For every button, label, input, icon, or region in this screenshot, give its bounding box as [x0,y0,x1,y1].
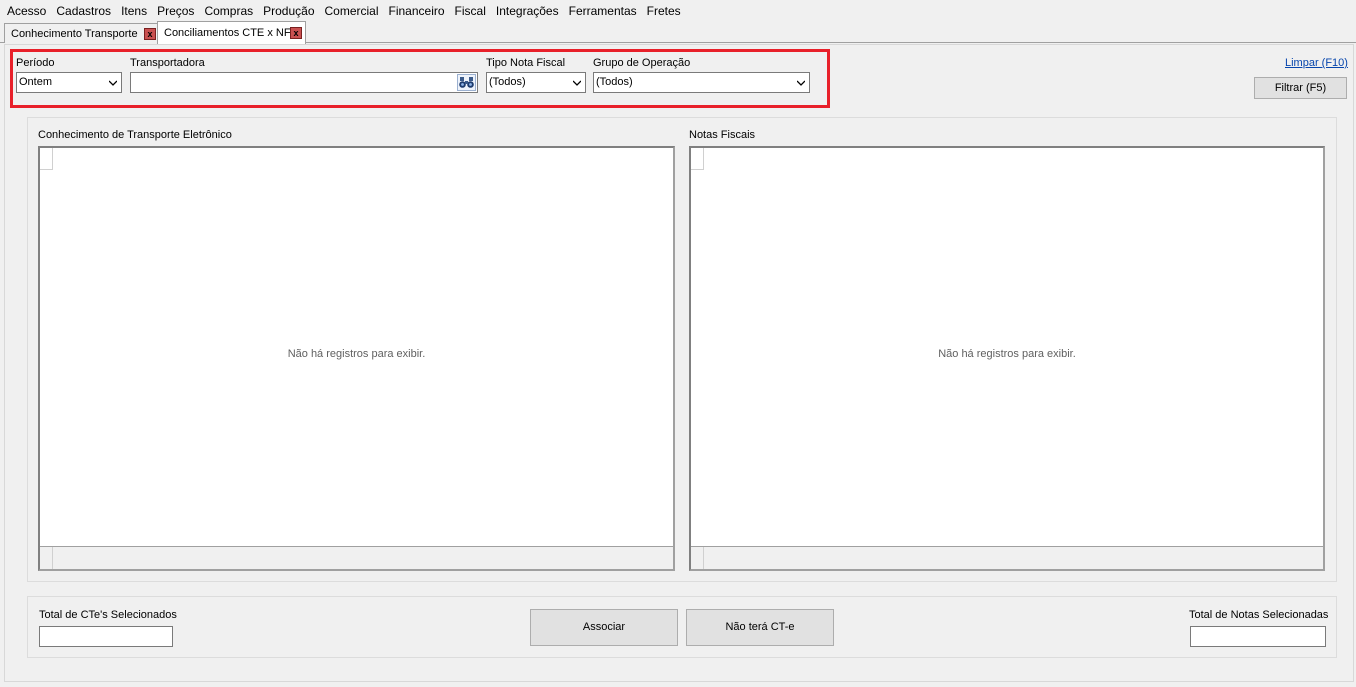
transportadora-field[interactable] [130,72,478,93]
tipo-nota-value: (Todos) [489,76,526,88]
grid-corner [40,148,53,170]
associar-button[interactable]: Associar [530,609,678,646]
total-notas-label: Total de Notas Selecionadas [1189,609,1329,621]
grupo-operacao-value: (Todos) [596,76,633,88]
menu-itens[interactable]: Itens [116,1,152,21]
total-cte-label: Total de CTe's Selecionados [39,609,177,621]
periodo-label: Período [16,57,55,69]
chevron-down-icon [573,80,581,86]
tipo-nota-select[interactable]: (Todos) [486,72,586,93]
periodo-select[interactable]: Ontem [16,72,122,93]
tab-strip: Conhecimento Transporte x Conciliamentos… [0,21,1356,44]
menu-comercial[interactable]: Comercial [320,1,384,21]
chevron-down-icon [797,80,805,86]
menu-fiscal[interactable]: Fiscal [450,1,491,21]
menu-precos[interactable]: Preços [152,1,199,21]
grid-corner [691,148,704,170]
menu-integracoes[interactable]: Integrações [491,1,564,21]
grupo-operacao-label: Grupo de Operação [593,57,691,69]
menu-cadastros[interactable]: Cadastros [51,1,116,21]
close-icon[interactable]: x [144,28,156,40]
total-notas-field[interactable] [1190,626,1326,647]
close-icon[interactable]: x [290,27,302,39]
tipo-nota-label: Tipo Nota Fiscal [486,57,566,69]
grid-footer [691,546,1323,569]
menu-financeiro[interactable]: Financeiro [384,1,450,21]
footer-corner [40,547,53,569]
cte-grid[interactable]: Não há registros para exibir. [38,146,675,571]
periodo-value: Ontem [19,76,53,88]
filtrar-button[interactable]: Filtrar (F5) [1254,77,1347,99]
tab-conhecimento-transporte[interactable]: Conhecimento Transporte x [4,23,158,43]
grid-footer [40,546,673,569]
tab-label: Conhecimento Transporte [11,27,138,40]
total-cte-field[interactable] [39,626,173,647]
limpar-link[interactable]: Limpar (F10) [1285,57,1348,69]
binoculars-icon[interactable] [457,74,476,91]
nao-tera-cte-button[interactable]: Não terá CT-e [686,609,834,646]
menu-ferramentas[interactable]: Ferramentas [564,1,642,21]
cte-empty-message: Não há registros para exibir. [287,348,426,360]
bottom-bar [27,596,1337,658]
chevron-down-icon [109,80,117,86]
tab-label: Conciliamentos CTE x NF [164,27,291,39]
menu-acesso[interactable]: Acesso [2,1,51,21]
transportadora-label: Transportadora [130,57,205,69]
nf-empty-message: Não há registros para exibir. [938,348,1076,360]
menu-producao[interactable]: Produção [258,1,319,21]
tab-conciliamentos[interactable]: Conciliamentos CTE x NF x [157,21,306,44]
footer-corner [691,547,704,569]
menu-fretes[interactable]: Fretes [642,1,686,21]
menu-compras[interactable]: Compras [199,1,258,21]
menu-bar: Acesso Cadastros Itens Preços Compras Pr… [0,0,1356,21]
cte-panel-title: Conhecimento de Transporte Eletrônico [38,129,232,141]
nf-panel-title: Notas Fiscais [689,129,756,141]
nf-grid[interactable]: Não há registros para exibir. [689,146,1325,571]
grupo-operacao-select[interactable]: (Todos) [593,72,810,93]
